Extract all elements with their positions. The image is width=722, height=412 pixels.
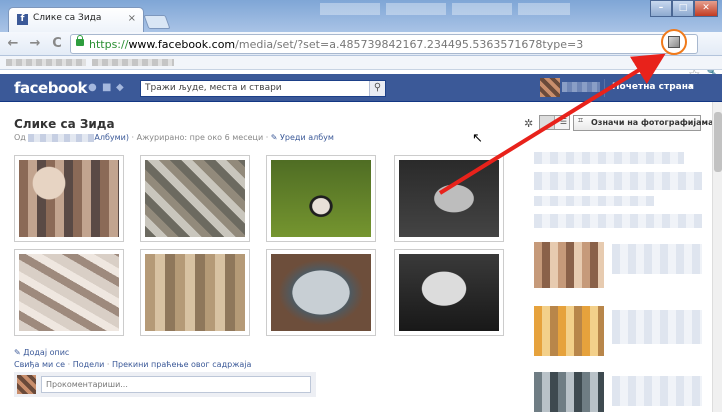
- action-separator: ·: [67, 360, 71, 369]
- sidebar-thumbnail[interactable]: [534, 242, 604, 288]
- sidebar-text-blurred: [534, 152, 684, 164]
- bookmarks-bar: [0, 56, 722, 70]
- address-bar[interactable]: https://www.facebook.com/media/set/?set=…: [70, 34, 698, 54]
- close-window-button[interactable]: ✕: [694, 0, 718, 17]
- sidebar-text-blurred: [612, 244, 702, 274]
- browser-toolbar: ← → C https://www.facebook.com/media/set…: [0, 32, 722, 83]
- sidebar-text-blurred: [612, 310, 702, 344]
- tag-icon: ⌗: [578, 116, 584, 126]
- account-menu-chevron-down-icon[interactable]: ▾: [689, 82, 694, 92]
- tag-photos-label: Означи на фотографијама: [591, 118, 714, 127]
- edit-album-link[interactable]: Уреди албум: [280, 133, 334, 142]
- view-toggle[interactable]: ☰: [539, 115, 570, 130]
- header-divider: [604, 79, 605, 97]
- photo-thumbnail[interactable]: [394, 249, 504, 336]
- mouse-cursor-icon: ↖: [472, 131, 483, 146]
- sidebar-thumbnail[interactable]: [534, 306, 604, 356]
- tag-photos-button[interactable]: ⌗ Означи на фотографијама: [573, 115, 713, 131]
- albums-link[interactable]: Албуми): [94, 133, 129, 142]
- add-description[interactable]: ✎ Додај опис: [14, 348, 69, 357]
- photo-image: [145, 254, 245, 331]
- sidebar-text-blurred: [612, 376, 702, 406]
- comment-input[interactable]: Прокоментариши...: [41, 376, 311, 393]
- search-icon[interactable]: ⚲: [369, 81, 385, 96]
- sidebar-text-blurred: [534, 196, 654, 206]
- facebook-header: facebook ● ■ ◆ Тражи људе, места и ствар…: [0, 74, 722, 102]
- bookmark-blurred[interactable]: [92, 59, 174, 66]
- url-host: www.facebook.com: [128, 38, 236, 51]
- meta-separator: ·: [265, 133, 269, 142]
- back-arrow-icon[interactable]: ←: [4, 35, 22, 53]
- photo-thumbnail[interactable]: [14, 249, 124, 336]
- pencil-icon: ✎: [14, 348, 21, 357]
- background-tabs-blurred: [320, 3, 570, 15]
- avatar: [17, 375, 36, 394]
- notifications-icon[interactable]: ◆: [116, 82, 126, 93]
- sidebar-text-blurred: [534, 214, 702, 228]
- username-blurred[interactable]: [562, 82, 600, 92]
- ssl-lock-icon: [76, 35, 84, 46]
- album-actions: Свиђа ми се · Подели · Прекини праћење о…: [14, 360, 251, 369]
- home-link[interactable]: Почетна страна: [612, 82, 694, 92]
- browser-titlebar: f Слике са Зида × – □ ✕: [0, 0, 722, 32]
- minimize-button[interactable]: –: [650, 0, 672, 17]
- sidebar-thumbnail[interactable]: [534, 372, 604, 412]
- photo-thumbnail[interactable]: [140, 249, 250, 336]
- facebook-favicon-icon: f: [17, 14, 28, 25]
- tab-title: Слике са Зида: [33, 13, 102, 23]
- photo-thumbnail[interactable]: [14, 155, 124, 242]
- facebook-logo[interactable]: facebook: [14, 79, 88, 97]
- photo-image: [271, 254, 371, 331]
- owner-name-blurred[interactable]: [28, 133, 95, 142]
- photo-image: [399, 160, 499, 237]
- new-tab-button[interactable]: [143, 15, 171, 29]
- photo-image: [145, 160, 245, 237]
- photo-image: [19, 254, 119, 331]
- grid-view-icon[interactable]: [540, 116, 555, 129]
- search-input[interactable]: Тражи људе, места и ствари: [145, 83, 282, 93]
- window-controls: – □ ✕: [650, 0, 718, 17]
- maximize-button[interactable]: □: [672, 0, 694, 17]
- address-url: https://www.facebook.com/media/set/?set=…: [89, 38, 583, 51]
- photo-image: [399, 254, 499, 331]
- list-view-icon[interactable]: ☰: [560, 117, 567, 126]
- facebook-search[interactable]: Тражи људе, места и ствари ⚲: [140, 80, 386, 97]
- scrollbar-thumb[interactable]: [714, 112, 722, 172]
- url-scheme: https://: [89, 38, 129, 51]
- tab-close-icon[interactable]: ×: [128, 13, 136, 24]
- photo-thumbnail[interactable]: [266, 155, 376, 242]
- browser-tab-active[interactable]: f Слике са Зида ×: [8, 7, 144, 32]
- page-title: Слике са Зида: [14, 117, 115, 131]
- meta-from-label: Од: [14, 133, 26, 142]
- action-separator: ·: [106, 360, 110, 369]
- like-link[interactable]: Свиђа ми се: [14, 360, 65, 369]
- messages-icon[interactable]: ■: [102, 82, 112, 93]
- pencil-icon: ✎: [270, 133, 278, 142]
- meta-separator: ·: [131, 133, 135, 142]
- scrollbar[interactable]: [712, 102, 722, 412]
- extension-image-icon: [668, 36, 680, 48]
- gear-icon[interactable]: ✲: [524, 117, 533, 130]
- updated-time: Ажурирано: пре око 6 месеци: [136, 133, 264, 142]
- avatar[interactable]: [540, 78, 560, 97]
- photo-thumbnail[interactable]: [140, 155, 250, 242]
- sidebar-text-blurred: [534, 172, 702, 190]
- reload-icon[interactable]: C: [48, 35, 66, 53]
- url-path: /media/set/?set=a.485739842167.234495.53…: [235, 38, 584, 51]
- comment-box: Прокоментариши...: [14, 372, 316, 397]
- share-link[interactable]: Подели: [73, 360, 105, 369]
- bookmark-blurred[interactable]: [6, 59, 86, 66]
- photo-thumbnail[interactable]: [394, 155, 504, 242]
- photo-thumbnail[interactable]: [266, 249, 376, 336]
- album-meta: Од Албуми) · Ажурирано: пре око 6 месеци…: [14, 133, 334, 142]
- forward-arrow-icon[interactable]: →: [26, 35, 44, 53]
- friend-requests-icon[interactable]: ●: [88, 82, 98, 93]
- photo-image: [271, 160, 371, 237]
- add-description-link[interactable]: Додај опис: [23, 348, 69, 357]
- photo-image: [19, 160, 119, 237]
- extension-icon-highlighted[interactable]: [661, 29, 687, 55]
- unfollow-link[interactable]: Прекини праћење овог садржаја: [112, 360, 251, 369]
